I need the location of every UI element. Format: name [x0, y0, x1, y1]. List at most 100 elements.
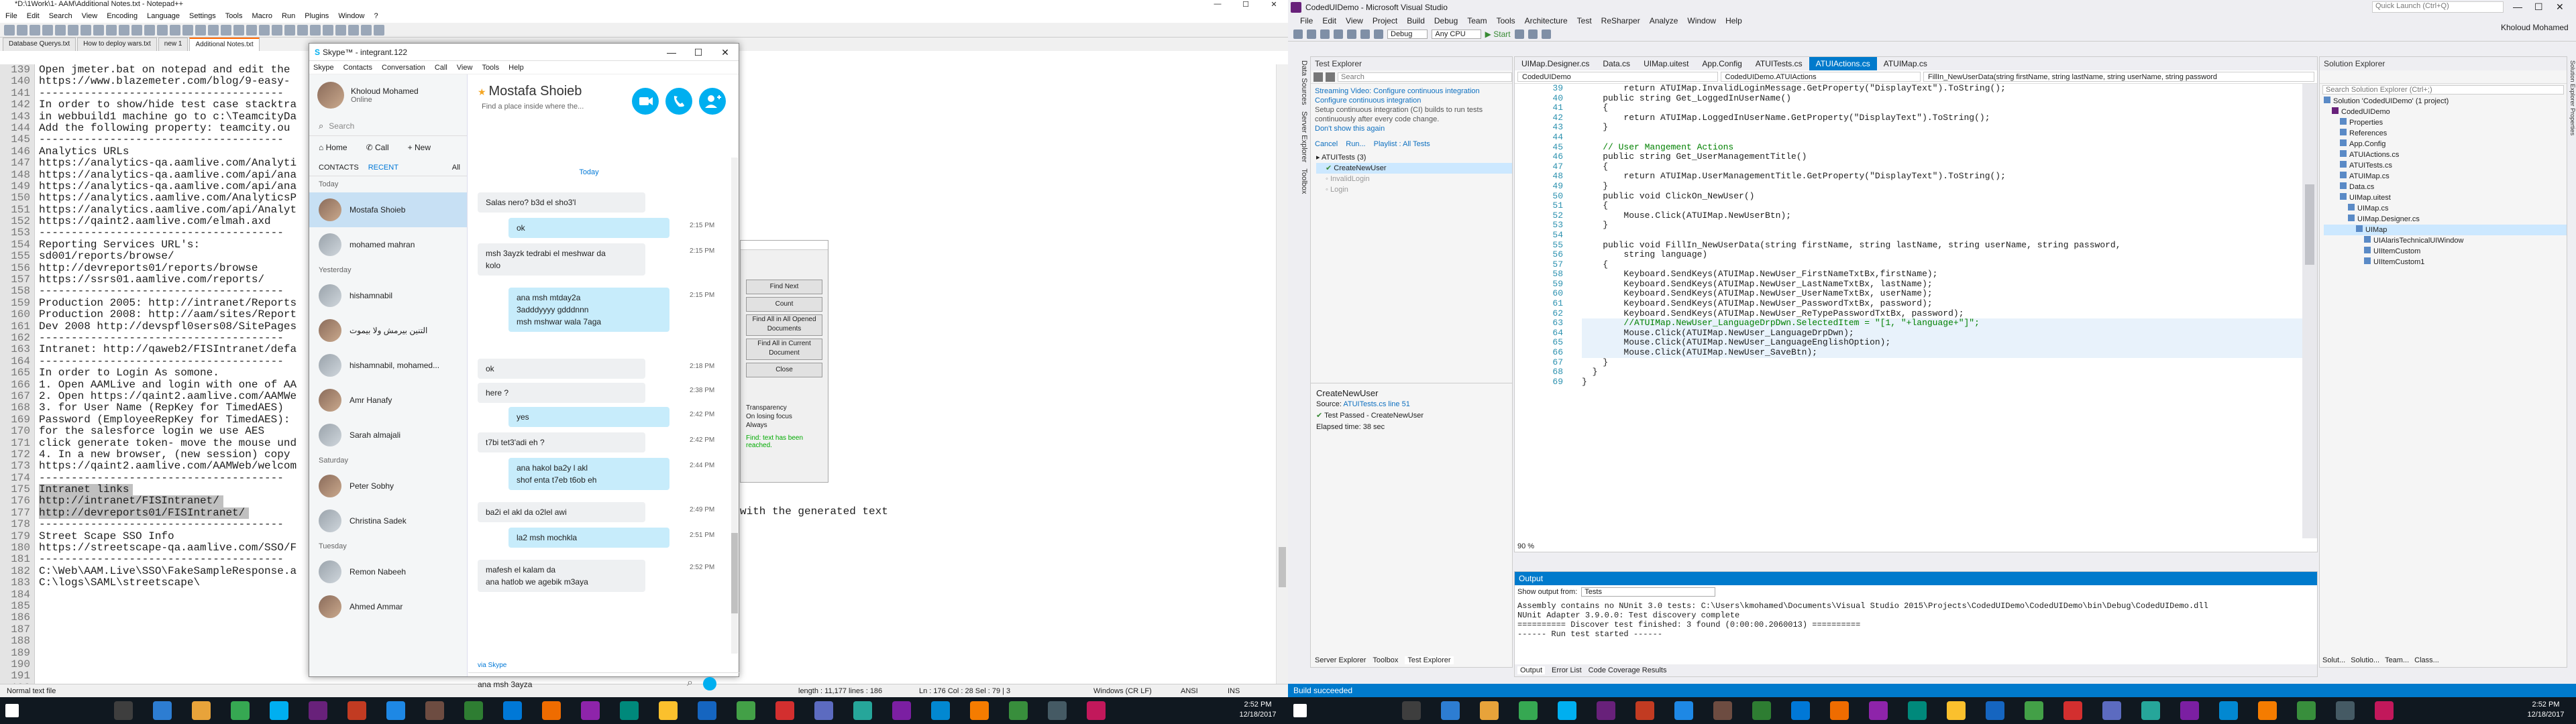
code-line[interactable]: }	[1582, 123, 2302, 133]
message-bubble[interactable]: ana hakol ba2y l akl shof enta t7eb t6ob…	[508, 458, 669, 490]
dont-show-link[interactable]: Don't show this again	[1315, 124, 1508, 133]
start-button[interactable]: ▶ Start	[1485, 29, 1511, 39]
npp-toolbar-icon[interactable]	[170, 25, 180, 36]
taskbar-app-icon[interactable]	[775, 701, 794, 720]
skype-titlebar[interactable]: S Skype™ - integrant.122 — ☐ ✕	[309, 44, 739, 61]
audio-call-button[interactable]	[665, 88, 692, 115]
taskbar-app-icon[interactable]	[270, 701, 288, 720]
code-line[interactable]: Keyboard.SendKeys(ATUIMap.NewUser_ReType…	[1582, 308, 2302, 319]
npp-line-text[interactable]: https://analytics.aamlive.com/api/Analyt	[39, 204, 297, 216]
npp-menu-1[interactable]: Edit	[27, 12, 40, 23]
npp-toolbar-icon[interactable]	[131, 25, 142, 36]
npp-tab[interactable]: Additional Notes.txt	[189, 38, 260, 51]
quick-launch-input[interactable]: Quick Launch (Ctrl+Q)	[2372, 1, 2504, 13]
server-explorer-tab[interactable]: Server Explorer	[1315, 656, 1366, 664]
streaming-video-link[interactable]: Streaming Video: Configure continuous in…	[1315, 86, 1508, 96]
npp-maximize-button[interactable]: ☐	[1232, 0, 1260, 9]
code-line[interactable]: return ATUIMap.LoggedInUserName.GetPrope…	[1582, 113, 2302, 123]
npp-tab[interactable]: new 1	[158, 38, 189, 51]
taskbar-app-icon[interactable]	[2063, 701, 2082, 720]
code-line[interactable]: public void ClickOn_NewUser()	[1582, 191, 2302, 202]
recent-contact-item[interactable]: hishamnabil, mohamed...	[309, 348, 467, 383]
project-dropdown[interactable]: CodedUIDemo	[1517, 72, 1718, 82]
taskbar-app-icon[interactable]	[425, 701, 444, 720]
npp-toolbar-icon[interactable]	[323, 25, 333, 36]
taskbar-app-icon[interactable]	[542, 701, 561, 720]
npp-line-text[interactable]: --------------------------------------	[39, 519, 284, 530]
cancel-run-link[interactable]: Cancel	[1315, 140, 1338, 148]
npp-line-text[interactable]: https://qaint2.aamlive.com/elmah.axd	[39, 216, 271, 227]
solution-tree-node[interactable]: References	[2324, 128, 2567, 139]
npp-close-button[interactable]: ✕	[1260, 0, 1288, 9]
recent-contact-item[interactable]: Mostafa Shoieb	[309, 192, 467, 227]
vs-menu-13[interactable]: Help	[1725, 16, 1742, 25]
code-line[interactable]: }	[1582, 357, 2302, 368]
npp-menu-5[interactable]: Language	[147, 12, 180, 23]
taskbar-app-icon[interactable]	[1402, 701, 1421, 720]
taskbar-app-icon[interactable]	[698, 701, 716, 720]
npp-toolbar-icon[interactable]	[246, 25, 257, 36]
taskbar-app-icon[interactable]	[2375, 701, 2394, 720]
solution-tree-node[interactable]: UIMap.cs	[2324, 203, 2567, 214]
code-line[interactable]: return ATUIMap.UserManagementTitle.GetPr…	[1582, 172, 2302, 182]
taskbar-app-icon[interactable]	[659, 701, 678, 720]
npp-line-text[interactable]: --------------------------------------	[39, 473, 284, 484]
attach-icon[interactable]	[1514, 29, 1524, 39]
taskbar-app-icon[interactable]	[2025, 701, 2043, 720]
new-project-icon[interactable]	[1320, 29, 1330, 39]
emoticon-icon[interactable]	[703, 677, 716, 690]
npp-menu-12[interactable]: ?	[374, 12, 378, 23]
npp-toolbar-icon[interactable]	[42, 25, 53, 36]
code-line[interactable]	[1582, 231, 2302, 241]
npp-line-text[interactable]: Open jmeter.bat on notepad and edit the	[39, 64, 290, 76]
taskbar-app-icon[interactable]	[1869, 701, 1888, 720]
chat-scrollbar[interactable]	[731, 158, 738, 654]
code-line[interactable]: }	[1582, 221, 2302, 231]
vs-menu-4[interactable]: Build	[1407, 16, 1425, 25]
test-item-invalidlogin[interactable]: ◦ InvalidLogin	[1316, 174, 1512, 184]
code-scrollbar[interactable]	[2302, 84, 2317, 538]
message-bubble[interactable]: msh 3ayzk tedrabi el meshwar da kolo	[478, 243, 645, 276]
compose-box[interactable]: ana msh 3ayza ⌕	[468, 672, 739, 697]
taskbar-app-icon[interactable]	[1597, 701, 1615, 720]
contacts-tab[interactable]: CONTACTS	[319, 164, 359, 172]
npp-line-text[interactable]: Password (EmployeeRepKey for TimedAES):	[39, 414, 290, 426]
redo-icon[interactable]	[1374, 29, 1383, 39]
npp-toolbar-icon[interactable]	[157, 25, 168, 36]
solution-tree-node[interactable]: CodedUIDemo	[2324, 107, 2567, 117]
npp-toolbar-icon[interactable]	[144, 25, 155, 36]
zoom-level[interactable]: 90 %	[1517, 542, 1534, 550]
document-tab[interactable]: UIMap.Designer.cs	[1515, 57, 1596, 70]
taskbar-clock[interactable]: 2:52 PM 12/18/2017	[2522, 700, 2569, 720]
error-list-tab[interactable]: Error List	[1552, 666, 1582, 674]
code-line[interactable]: Keyboard.SendKeys(ATUIMap.NewUser_Passwo…	[1582, 298, 2302, 309]
output-source-select[interactable]: Tests	[1581, 587, 1716, 597]
document-tab[interactable]: ATUIActions.cs	[1809, 57, 1877, 70]
vs-user-name[interactable]: Kholoud Mohamed	[2501, 23, 2569, 32]
save-icon[interactable]	[1334, 29, 1343, 39]
platform-select[interactable]: Any CPU	[1432, 29, 1481, 39]
npp-line-text[interactable]: Reporting Services URL's:	[39, 239, 200, 251]
solution-tree-node[interactable]: ATUITests.cs	[2324, 160, 2567, 171]
code-line[interactable]: Keyboard.SendKeys(ATUIMap.NewUser_UserNa…	[1582, 289, 2302, 299]
code-line[interactable]: Keyboard.SendKeys(ATUIMap.NewUser_LastNa…	[1582, 279, 2302, 290]
code-line[interactable]: //ATUIMap.NewUser_LanguageDrpDwn.Selecte…	[1582, 318, 2302, 328]
npp-toolbar-icon[interactable]	[284, 25, 295, 36]
taskbar-app-icon[interactable]	[1519, 701, 1538, 720]
solution-bottom-tab[interactable]: Solutio...	[2351, 656, 2379, 664]
npp-menu-3[interactable]: View	[82, 12, 98, 23]
taskbar-app-icon[interactable]	[2219, 701, 2238, 720]
message-bubble[interactable]: ana msh mtday2a 3adddyyyy gdddnnn msh ms…	[508, 288, 669, 332]
call-button[interactable]: ✆ Call	[366, 143, 389, 152]
npp-line-text[interactable]: In order to show/hide test case stacktra	[39, 99, 297, 111]
npp-line-text[interactable]: https://analytics-qa.aamlive.com/api/ana	[39, 170, 297, 181]
npp-line-text[interactable]: sd001/reports/browse/	[39, 251, 174, 262]
taskbar-app-icon[interactable]	[1009, 701, 1028, 720]
npp-toolbar-icon[interactable]	[17, 25, 28, 36]
npp-toolbar-icon[interactable]	[80, 25, 91, 36]
taskbar-app-icon[interactable]	[386, 701, 405, 720]
npp-minimize-button[interactable]: —	[1203, 0, 1232, 9]
npp-menu-8[interactable]: Macro	[252, 12, 272, 23]
npp-line-text[interactable]: Analytics URLs	[39, 146, 129, 158]
count-button[interactable]: Count	[746, 297, 822, 312]
